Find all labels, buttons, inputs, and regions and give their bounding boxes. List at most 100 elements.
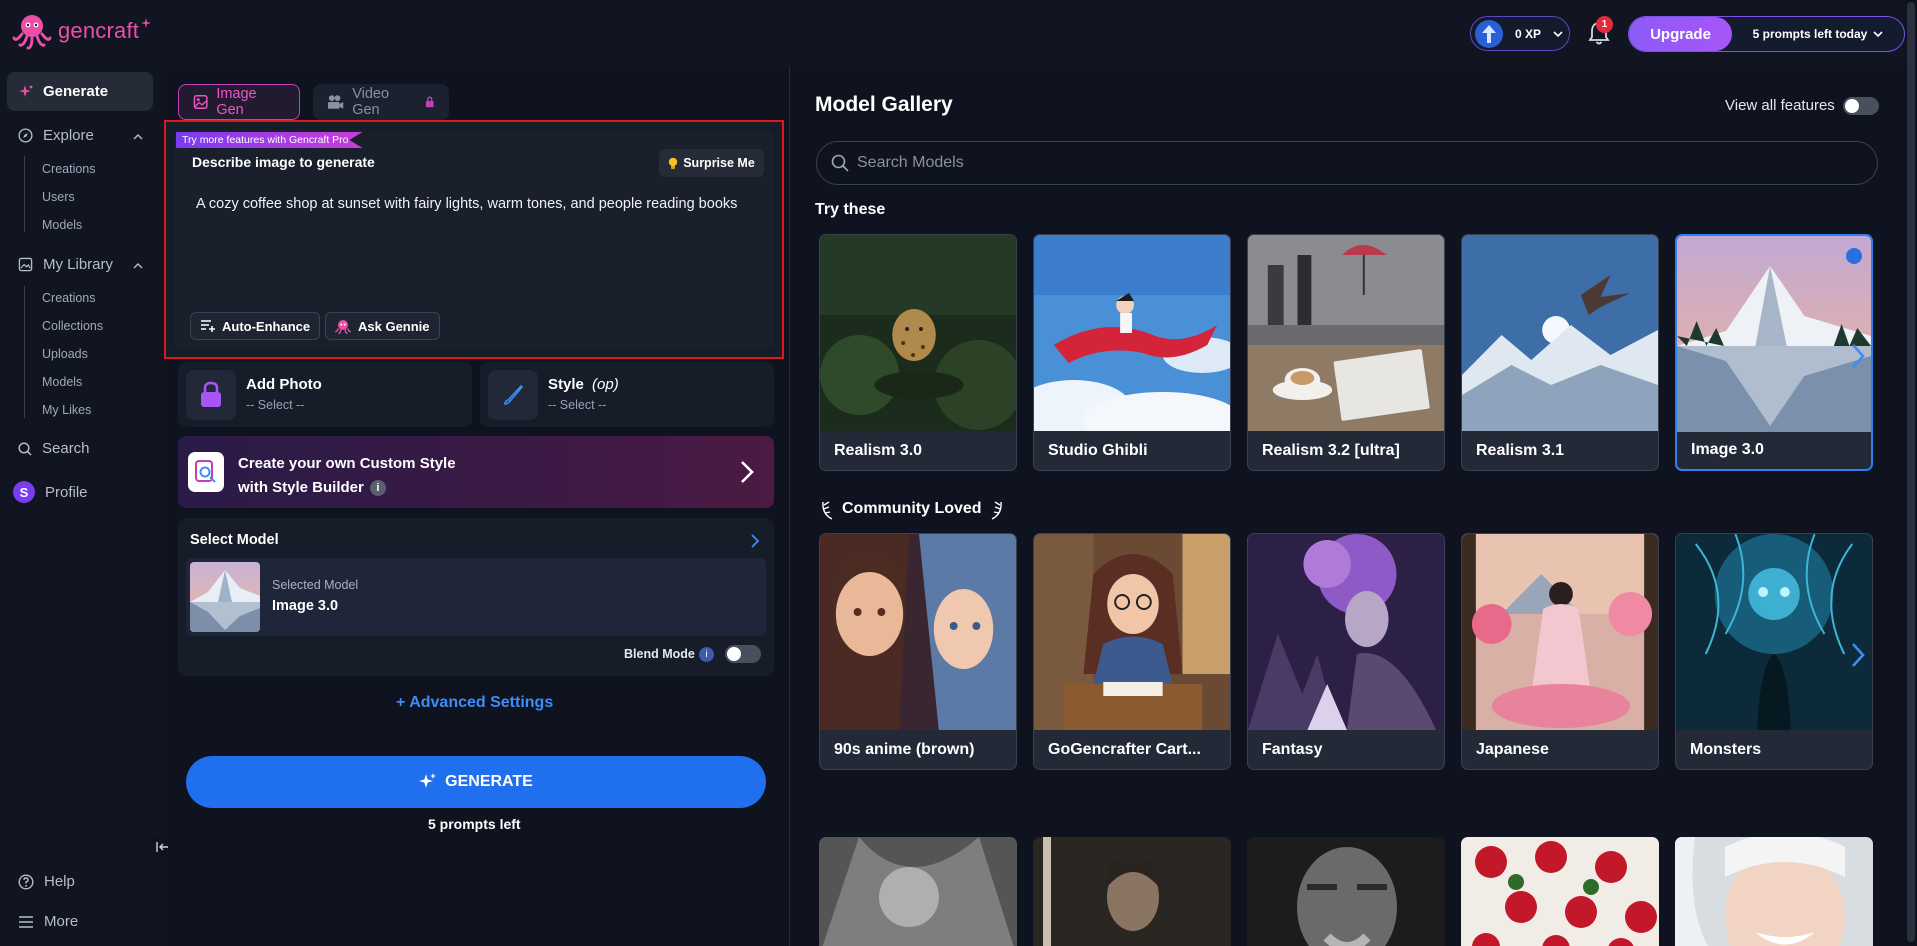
generate-button[interactable]: GENERATE — [186, 756, 766, 808]
compass-icon — [18, 128, 33, 143]
search-models-input[interactable]: Search Models — [816, 141, 1878, 185]
chevron-right-icon[interactable] — [1851, 343, 1865, 369]
avatar: S — [13, 481, 35, 503]
custom-style-banner[interactable]: Create your own Custom Style with Style … — [178, 436, 774, 508]
sidebar-subitem-creations[interactable]: Creations — [42, 291, 96, 305]
xp-pill[interactable]: 0 XP — [1470, 16, 1570, 51]
selected-model-name: Image 3.0 — [272, 598, 339, 614]
chevron-down-icon — [1873, 31, 1883, 37]
model-name: Monsters — [1690, 741, 1762, 758]
tab-video-gen[interactable]: Video Gen — [313, 84, 449, 120]
chevron-right-icon[interactable] — [751, 534, 759, 548]
sidebar-subitem-models[interactable]: Models — [42, 218, 82, 232]
page-scrollbar[interactable] — [1905, 0, 1917, 946]
model-preview-image — [1462, 534, 1658, 730]
model-tile-image-3-0[interactable]: Image 3.0 — [1675, 234, 1873, 471]
style-optional: (op) — [592, 376, 619, 393]
model-tile-partial[interactable] — [1461, 837, 1659, 946]
video-camera-icon — [327, 95, 344, 109]
model-preview-image — [1247, 837, 1445, 946]
upgrade-button[interactable]: Upgrade — [1629, 17, 1732, 51]
ask-gennie-button[interactable]: Ask Gennie — [325, 312, 440, 340]
panel-divider — [789, 66, 790, 946]
sidebar-subitem-my-likes[interactable]: My Likes — [42, 403, 91, 417]
surprise-me-button[interactable]: Surprise Me — [659, 149, 764, 177]
chevron-right-icon — [741, 461, 754, 483]
model-preview-image — [820, 235, 1016, 431]
upgrade-group: Upgrade 5 prompts left today — [1628, 16, 1905, 52]
custom-style-line2: with Style Builder — [238, 479, 364, 496]
model-tile-monsters[interactable]: Monsters — [1675, 533, 1873, 770]
custom-style-line1: Create your own Custom Style — [238, 455, 456, 472]
model-tile-realism-3-1[interactable]: Realism 3.1 — [1461, 234, 1659, 471]
model-tile-studio-ghibli[interactable]: Studio Ghibli — [1033, 234, 1231, 471]
sidebar-item-profile[interactable]: S Profile — [13, 481, 88, 503]
add-photo-card[interactable]: Add Photo -- Select -- — [178, 362, 472, 427]
sidebar-item-help[interactable]: Help — [18, 873, 75, 890]
sidebar-item-label: My Library — [43, 256, 114, 273]
pro-ribbon[interactable]: Try more features with Gencraft Pro — [176, 132, 363, 148]
model-preview-image — [1034, 235, 1230, 431]
model-preview-image — [1248, 235, 1444, 431]
collapse-icon — [156, 842, 168, 852]
model-tile-realism-3-0[interactable]: Realism 3.0 — [819, 234, 1017, 471]
sidebar-subitem-creations[interactable]: Creations — [42, 162, 96, 176]
prompt-textarea[interactable]: A cozy coffee shop at sunset with fairy … — [196, 194, 766, 214]
xp-value: 0 XP — [1515, 26, 1542, 41]
model-tile-realism-3-2-ultra[interactable]: Realism 3.2 [ultra] — [1247, 234, 1445, 471]
model-preview-image — [1676, 534, 1872, 730]
model-name: Realism 3.2 [ultra] — [1262, 442, 1400, 459]
auto-enhance-button[interactable]: Auto-Enhance — [190, 312, 321, 340]
model-name: Studio Ghibli — [1048, 442, 1148, 459]
advanced-settings-link[interactable]: + Advanced Settings — [396, 694, 553, 712]
sidebar-item-explore[interactable]: Explore — [18, 127, 94, 144]
tab-label: Video Gen — [352, 86, 390, 118]
notification-count-badge: 1 — [1596, 16, 1613, 33]
sidebar-subitem-uploads[interactable]: Uploads — [42, 347, 88, 361]
search-icon — [831, 154, 849, 172]
logo[interactable]: gencraft — [12, 12, 152, 50]
sidebar-subitem-users[interactable]: Users — [42, 190, 75, 204]
model-preview-image — [819, 837, 1017, 946]
selected-model-thumbnail — [190, 562, 260, 632]
community-loved-title: Community Loved — [820, 498, 1004, 520]
prompts-today-dropdown[interactable]: 5 prompts left today — [1732, 17, 1904, 51]
sidebar-item-search[interactable]: Search — [18, 440, 90, 457]
sidebar-item-my-library[interactable]: My Library — [18, 256, 113, 273]
model-tile-japanese[interactable]: Japanese — [1461, 533, 1659, 770]
model-tile-partial[interactable] — [1247, 837, 1445, 946]
tab-label: Image Gen — [216, 86, 257, 118]
model-tile-90s-anime[interactable]: 90s anime (brown) — [819, 533, 1017, 770]
chevron-right-icon[interactable] — [1851, 642, 1865, 668]
laurel-left-icon — [822, 501, 833, 520]
info-icon[interactable]: i — [369, 480, 386, 497]
enhance-icon — [201, 320, 215, 332]
chevron-up-icon[interactable] — [133, 263, 143, 269]
scroll-thumb[interactable] — [1907, 2, 1915, 942]
model-tile-gogencrafter-cartoon[interactable]: GoGencrafter Cart... — [1033, 533, 1231, 770]
select-model-card[interactable]: Select Model Selected Model Image 3.0 Bl… — [178, 518, 774, 676]
laurel-right-icon — [991, 501, 1002, 520]
help-icon — [18, 873, 34, 890]
chevron-down-icon — [1553, 30, 1563, 37]
tab-image-gen[interactable]: Image Gen — [178, 84, 300, 120]
chevron-up-icon[interactable] — [133, 134, 143, 140]
sidebar-item-generate[interactable]: Generate — [7, 72, 153, 111]
blend-mode-toggle[interactable] — [725, 645, 761, 663]
model-tile-partial[interactable] — [819, 837, 1017, 946]
sidebar-item-more[interactable]: More — [18, 913, 78, 930]
sidebar-subitem-models[interactable]: Models — [42, 375, 82, 389]
toggle-knob — [727, 647, 741, 661]
style-card[interactable]: Style (op) -- Select -- — [480, 362, 774, 427]
collapse-sidebar-button[interactable] — [150, 834, 176, 860]
model-name: Fantasy — [1262, 741, 1323, 758]
model-tile-fantasy[interactable]: Fantasy — [1247, 533, 1445, 770]
model-tile-partial[interactable] — [1675, 837, 1873, 946]
model-preview-image — [1248, 534, 1444, 730]
model-preview-image — [1461, 837, 1659, 946]
view-all-features-toggle[interactable] — [1843, 97, 1879, 115]
sidebar-subitem-collections[interactable]: Collections — [42, 319, 103, 333]
model-tile-partial[interactable] — [1033, 837, 1231, 946]
info-icon[interactable]: i — [699, 647, 714, 662]
selected-model-row[interactable]: Selected Model Image 3.0 — [186, 558, 766, 636]
